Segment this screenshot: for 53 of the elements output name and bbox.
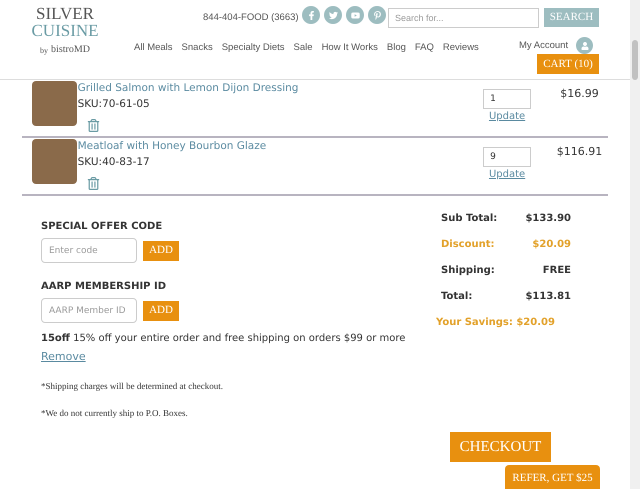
logo-text: by: [40, 47, 48, 55]
section-title: SPECIAL OFFER CODE: [41, 220, 164, 234]
product-link[interactable]: Meatloaf with Honey Bourbon Glaze: [78, 139, 420, 155]
trash-icon[interactable]: [86, 118, 100, 132]
summary-value: $20.09: [532, 238, 571, 252]
summary-label: Discount:: [441, 238, 494, 252]
applied-offer: 15off 15% off your entire order and free shipping on orders $99 or more: [41, 332, 406, 346]
summary-value: $113.81: [525, 290, 571, 304]
youtube-icon[interactable]: [346, 6, 364, 24]
facebook-icon[interactable]: [302, 6, 320, 24]
logo-text: bistroMD: [51, 45, 90, 55]
product-sku: SKU:40-83-17: [78, 154, 151, 170]
phone-number[interactable]: 844-404-FOOD (3663): [203, 11, 299, 26]
price: $16.99: [559, 86, 600, 102]
nav-link[interactable]: Blog: [386, 41, 406, 56]
logo-text: CUISINE: [31, 22, 99, 39]
quantity-field[interactable]: 1: [483, 89, 532, 109]
code-field[interactable]: Enter code: [41, 238, 137, 263]
my-account-link[interactable]: My Account: [519, 39, 568, 54]
trash-icon[interactable]: [86, 176, 100, 190]
summary-label: Total:: [441, 290, 472, 304]
nav-link[interactable]: Specialty Diets: [222, 41, 285, 56]
note-text: *Shipping charges will be determined at checkout.: [41, 380, 224, 393]
nav-link[interactable]: Sale: [294, 41, 313, 56]
nav-link[interactable]: All Meals: [134, 41, 173, 56]
product-link[interactable]: Grilled Salmon with Lemon Dijon Dressing: [78, 81, 420, 97]
savings-text: Your Savings: $20.09: [436, 316, 556, 330]
code-field[interactable]: AARP Member ID: [41, 298, 137, 323]
summary-label: Sub Total:: [441, 212, 498, 226]
pinterest-icon[interactable]: [368, 6, 386, 24]
nav-link[interactable]: How It Works: [322, 41, 378, 56]
note-text: *We do not currently ship to P.O. Boxes.: [41, 407, 189, 420]
nav-link[interactable]: Reviews: [442, 41, 479, 56]
nav-link[interactable]: FAQ: [414, 41, 434, 56]
remove-link[interactable]: Remove: [41, 349, 86, 366]
twitter-icon[interactable]: [324, 6, 342, 24]
summary-label: Shipping:: [441, 264, 495, 278]
search-field[interactable]: Search for...: [388, 8, 539, 28]
photo-placeholder: [32, 139, 77, 184]
nav-link[interactable]: Snacks: [182, 41, 213, 56]
price: $116.91: [556, 144, 604, 160]
logo-text: SILVER: [36, 5, 94, 22]
photo-placeholder: [32, 81, 77, 126]
product-sku: SKU:70-61-05: [78, 96, 151, 112]
scrollbar[interactable]: [630, 0, 640, 489]
user-icon[interactable]: [576, 37, 593, 54]
logo[interactable]: SILVER CUISINE by bistroMD: [30, 5, 100, 55]
summary-value: $133.90: [525, 212, 571, 226]
update-link[interactable]: Update: [488, 109, 526, 124]
update-link[interactable]: Update: [488, 167, 526, 182]
section-title: AARP MEMBERSHIP ID: [41, 280, 167, 294]
quantity-field[interactable]: 9: [483, 147, 532, 167]
summary-value: FREE: [542, 264, 571, 278]
